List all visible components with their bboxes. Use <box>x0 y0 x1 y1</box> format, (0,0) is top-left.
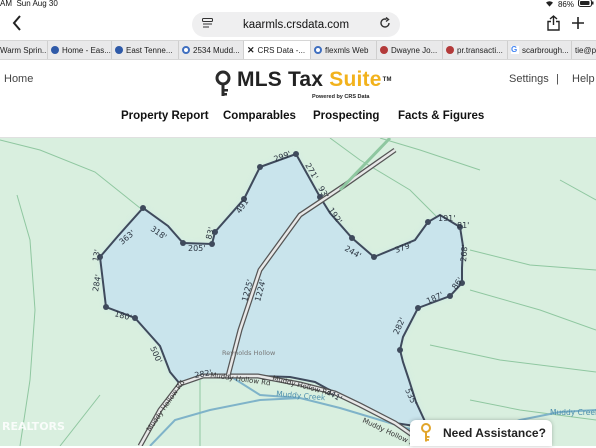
trademark: TM <box>382 77 392 83</box>
favicon-icon <box>380 46 388 54</box>
status-date: Sun Aug 30 <box>16 0 58 8</box>
tab-2534-muddy[interactable]: 2534 Mudd... <box>179 41 244 59</box>
tab-partial[interactable]: tie@p <box>572 41 596 59</box>
place-label: Reynolds Hollow <box>222 349 276 357</box>
tab-label: flexmls Web <box>325 45 369 55</box>
nav-facts-figures[interactable]: Facts & Figures <box>398 110 484 122</box>
share-icon[interactable] <box>547 15 560 34</box>
nav-prospecting[interactable]: Prospecting <box>313 110 379 122</box>
tab-label: Home - Eas... <box>62 45 111 55</box>
parcel-map[interactable]: 299' 271' 93' 491' 192' 363' 318' 205' 8… <box>0 138 596 446</box>
favicon-icon <box>446 46 454 54</box>
dimension-label: 81' <box>457 221 469 230</box>
tab-warm-springs[interactable]: Warm Sprin... <box>0 41 48 59</box>
status-time: AM <box>0 0 12 8</box>
google-icon: G <box>511 45 519 54</box>
key-icon <box>212 70 234 98</box>
road-label: Muddy Hollow Rd <box>145 379 186 433</box>
tab-label: Warm Sprin... <box>0 45 48 55</box>
site-header: Home MLS Tax SuiteTM Powered by CRS Data… <box>0 60 596 138</box>
need-assistance-button[interactable]: Need Assistance? <box>410 420 552 446</box>
need-assistance-label: Need Assistance? <box>443 426 546 440</box>
tab-flexmls[interactable]: flexmls Web <box>311 41 377 59</box>
key-icon <box>420 423 432 443</box>
tab-label: CRS Data -... <box>257 45 306 55</box>
back-icon[interactable] <box>12 15 22 36</box>
url-text: kaarmls.crsdata.com <box>242 18 350 31</box>
favicon-icon <box>182 46 190 54</box>
mls-tax-suite-logo[interactable]: MLS Tax SuiteTM Powered by CRS Data <box>212 68 392 108</box>
dimension-label: 205' <box>188 244 205 253</box>
favicon-icon <box>115 46 123 54</box>
dimension-label: 191' <box>438 214 455 223</box>
tab-label: scarbrough... <box>522 45 569 55</box>
realtors-watermark: REALTORS <box>2 420 65 433</box>
battery-percent: 86% <box>557 0 574 9</box>
logo-text: MLS Tax <box>237 68 330 91</box>
home-link[interactable]: Home <box>4 73 33 85</box>
tab-east-tenn[interactable]: East Tenne... <box>112 41 179 59</box>
page-menu-icon[interactable] <box>202 18 213 30</box>
tab-scarbrough[interactable]: Gscarbrough... <box>508 41 572 59</box>
tab-home-east[interactable]: Home - Eas... <box>48 41 112 59</box>
tab-crs-data[interactable]: ✕ CRS Data -... <box>244 41 311 59</box>
reload-icon[interactable] <box>379 16 391 32</box>
logo-accent-text: Suite <box>329 68 382 91</box>
battery-icon <box>578 0 594 9</box>
tab-pr-transactions[interactable]: pr.transacti... <box>443 41 508 59</box>
nav-property-report[interactable]: Property Report <box>121 110 209 122</box>
nav-comparables[interactable]: Comparables <box>223 110 296 122</box>
tab-label: pr.transacti... <box>457 45 503 55</box>
address-bar[interactable]: kaarmls.crsdata.com <box>192 12 400 37</box>
tab-label: tie@p <box>575 45 596 55</box>
new-tab-icon[interactable] <box>571 12 585 36</box>
main-nav: Property Report Comparables Prospecting … <box>0 110 596 126</box>
dimension-label: 268' <box>459 244 469 262</box>
map-canvas[interactable]: 299' 271' 93' 491' 192' 363' 318' 205' 8… <box>0 138 596 446</box>
wifi-icon <box>545 0 554 9</box>
status-bar: AM Sun Aug 30 86% <box>0 0 596 10</box>
creek-label: Muddy Creek <box>550 408 596 417</box>
dimension-label: 284' <box>91 274 103 293</box>
settings-link[interactable]: Settings <box>509 73 549 85</box>
tab-dwayne[interactable]: Dwayne Jo... <box>377 41 443 59</box>
tab-label: 2534 Mudd... <box>193 45 240 55</box>
help-link[interactable]: Help <box>572 73 595 85</box>
close-tab-icon[interactable]: ✕ <box>247 45 255 56</box>
tab-label: East Tenne... <box>126 45 173 55</box>
separator: | <box>556 73 559 85</box>
tab-strip: Warm Sprin... Home - Eas... East Tenne..… <box>0 40 596 60</box>
subject-parcel[interactable] <box>98 152 465 430</box>
favicon-icon <box>314 46 322 54</box>
tab-label: Dwayne Jo... <box>391 45 438 55</box>
powered-by: Powered by CRS Data <box>312 94 370 100</box>
favicon-icon <box>51 46 59 54</box>
browser-toolbar: kaarmls.crsdata.com <box>0 10 596 40</box>
